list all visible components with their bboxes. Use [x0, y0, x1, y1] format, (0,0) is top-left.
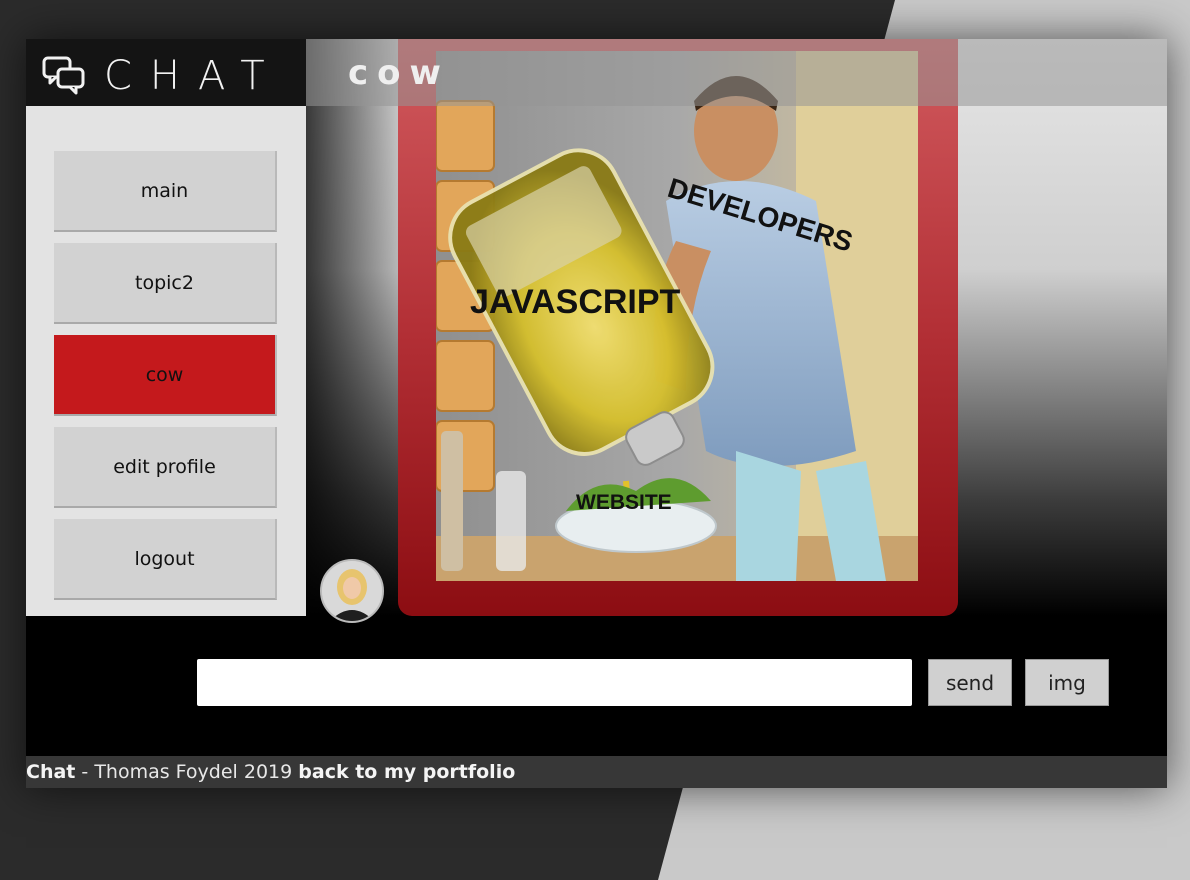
- message-input[interactable]: [197, 659, 912, 706]
- sidebar: main topic2 cow edit profile logout: [26, 106, 306, 616]
- message-area[interactable]: DEVELOPERS JAVASCRIPT WEBSITE: [306, 39, 1167, 616]
- portfolio-link[interactable]: back to my portfolio: [298, 761, 515, 783]
- label-website: WEBSITE: [576, 491, 672, 514]
- send-button[interactable]: send: [928, 659, 1012, 706]
- footer-app-name: Chat: [26, 761, 76, 783]
- brand-title: CHAT: [104, 53, 283, 99]
- label-javascript: JAVASCRIPT: [470, 283, 681, 321]
- user-avatar-icon: [322, 561, 382, 621]
- message-image[interactable]: DEVELOPERS JAVASCRIPT WEBSITE: [436, 51, 918, 581]
- chat-app-window: CHAT main topic2 cow edit profile logout: [26, 39, 1167, 788]
- image-upload-button[interactable]: img: [1025, 659, 1109, 706]
- sidebar-item-logout[interactable]: logout: [54, 519, 277, 600]
- sidebar-item-edit-profile[interactable]: edit profile: [54, 427, 277, 508]
- sidebar-item-cow[interactable]: cow: [54, 335, 277, 416]
- topic-title: cow: [348, 53, 450, 93]
- meme-image: DEVELOPERS JAVASCRIPT WEBSITE: [436, 51, 918, 581]
- footer: Chat - Thomas Foydel 2019 back to my por…: [26, 756, 1167, 788]
- sidebar-item-main[interactable]: main: [54, 151, 277, 232]
- message-composer: send img: [26, 616, 1167, 756]
- brand-header: CHAT: [26, 39, 306, 106]
- topic-header: cow: [306, 39, 1167, 106]
- footer-credit: Thomas Foydel 2019: [94, 761, 299, 783]
- message-card: DEVELOPERS JAVASCRIPT WEBSITE: [398, 39, 958, 616]
- avatar[interactable]: [320, 559, 384, 623]
- sidebar-item-topic2[interactable]: topic2: [54, 243, 277, 324]
- footer-separator: -: [75, 761, 95, 783]
- chat-bubbles-icon: [42, 56, 85, 95]
